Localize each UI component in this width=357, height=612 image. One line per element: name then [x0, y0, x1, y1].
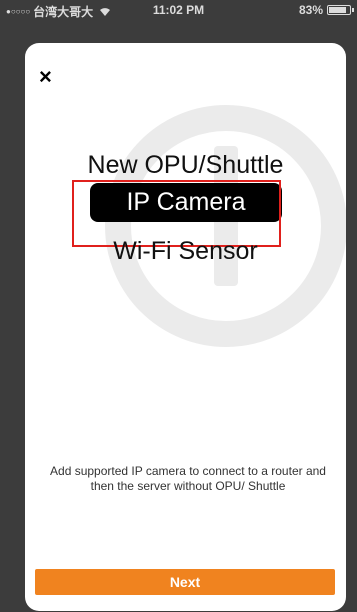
option-wifi-sensor[interactable]: Wi-Fi Sensor	[25, 237, 346, 266]
status-right: 83%	[298, 3, 354, 17]
battery-cap	[352, 8, 354, 12]
option-description: Add supported IP camera to connect to a …	[50, 464, 326, 493]
next-button[interactable]: Next	[35, 569, 335, 595]
status-bar: ●○○○○ 台湾大哥大 11:02 PM 83%	[0, 0, 357, 20]
battery-icon	[327, 5, 354, 15]
option-opu-shuttle[interactable]: New OPU/Shuttle	[25, 151, 346, 180]
close-icon: ×	[39, 64, 52, 89]
battery-fill	[329, 7, 346, 13]
close-button[interactable]: ×	[39, 65, 63, 89]
battery-percent: 83%	[298, 3, 323, 17]
device-type-card: × New OPU/Shuttle IP Camera Wi-Fi Sensor…	[25, 43, 346, 611]
app-screen: ●○○○○ 台湾大哥大 11:02 PM 83% × New OPU/Shutt…	[0, 0, 357, 612]
